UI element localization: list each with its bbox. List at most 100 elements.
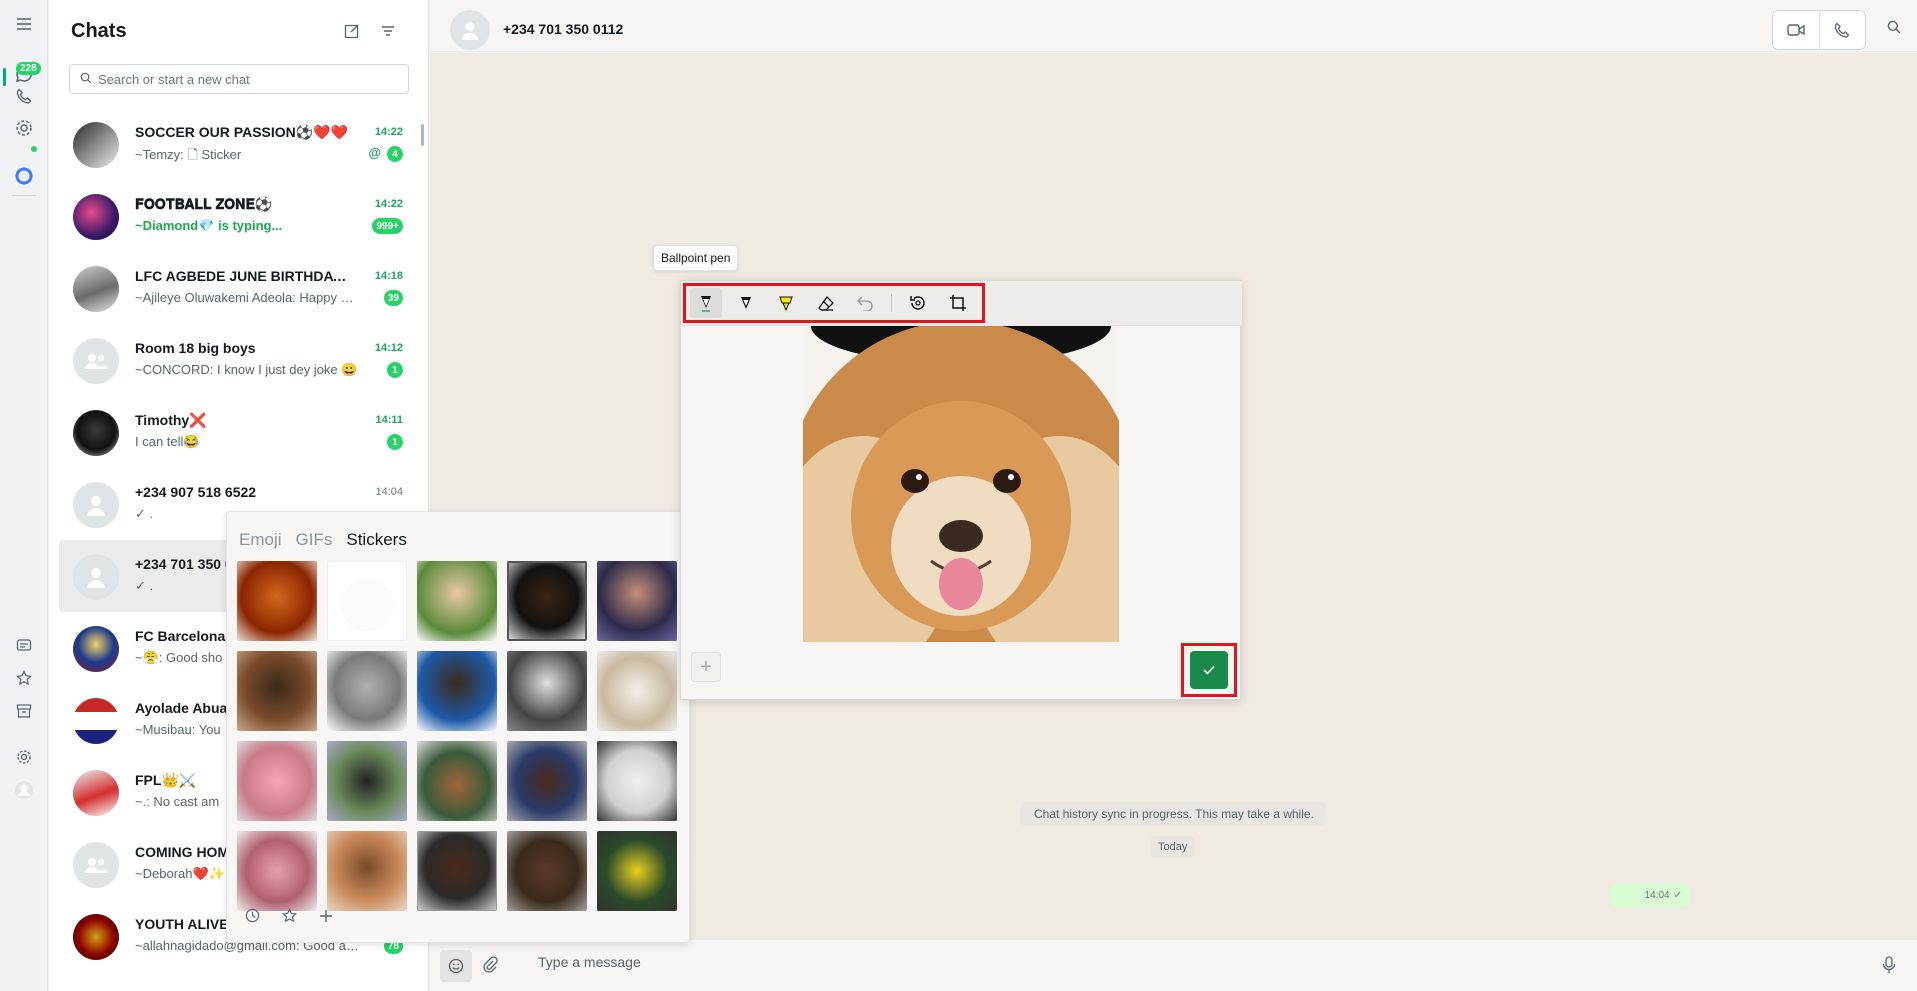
chat-time: 14:22 bbox=[374, 126, 403, 138]
meta-ai-icon[interactable] bbox=[10, 162, 38, 190]
status-icon[interactable] bbox=[10, 114, 38, 142]
tab-stickers[interactable]: Stickers bbox=[346, 530, 406, 550]
chat-row[interactable]: 𝐅𝐎𝐎𝐓𝐁𝐀𝐋𝐋 𝐙𝐎𝐍𝐄⚽ ~Diamond💎 is typing... 14… bbox=[49, 180, 429, 252]
chat-row[interactable]: LFC AGBEDE JUNE BIRTHDAY CEL... ~Ajileye… bbox=[49, 252, 429, 324]
sticker[interactable] bbox=[237, 741, 317, 821]
eraser-icon[interactable] bbox=[810, 288, 842, 318]
picker-footer bbox=[245, 908, 333, 926]
editor-toolbar bbox=[681, 281, 1242, 326]
highlighter-icon[interactable] bbox=[770, 288, 802, 318]
emoji-icon[interactable] bbox=[440, 950, 472, 982]
starred-icon[interactable] bbox=[10, 664, 38, 692]
contact-avatar-icon[interactable] bbox=[450, 10, 490, 50]
archived-icon[interactable] bbox=[10, 697, 38, 725]
sticker[interactable] bbox=[507, 651, 587, 731]
contact-name[interactable]: +234 701 350 0112 bbox=[503, 21, 623, 37]
chat-row[interactable]: SOCCER OUR PASSION⚽❤️❤️ ~Temzy: 🗋 Sticke… bbox=[49, 108, 429, 180]
chat-avatar bbox=[73, 410, 119, 456]
chat-preview: I can tell😂 bbox=[135, 434, 200, 449]
voice-call-icon[interactable] bbox=[1820, 11, 1866, 49]
sticker[interactable] bbox=[507, 831, 587, 911]
add-plus-icon[interactable]: + bbox=[691, 652, 721, 682]
microphone-icon[interactable] bbox=[1882, 956, 1896, 977]
sticker[interactable] bbox=[507, 561, 587, 641]
sticker[interactable] bbox=[237, 651, 317, 731]
sticker[interactable] bbox=[597, 651, 677, 731]
call-buttons bbox=[1772, 10, 1866, 50]
unread-badge: 4 bbox=[387, 146, 403, 162]
search-box[interactable] bbox=[69, 64, 409, 94]
tab-emoji[interactable]: Emoji bbox=[239, 530, 282, 550]
chat-name: Room 18 big boys bbox=[135, 340, 256, 356]
crop-icon[interactable] bbox=[942, 288, 974, 318]
unread-badge: 1 bbox=[387, 434, 403, 450]
sticker[interactable] bbox=[417, 831, 497, 911]
tool-tooltip: Ballpoint pen bbox=[653, 245, 739, 271]
navigation-rail: 228 bbox=[0, 0, 48, 991]
chat-avatar bbox=[73, 266, 119, 312]
unread-badge: 39 bbox=[383, 290, 403, 306]
send-sticker-button[interactable] bbox=[1190, 651, 1228, 689]
tab-gifs[interactable]: GIFs bbox=[296, 530, 333, 550]
chat-row[interactable]: Room 18 big boys ~CONCORD: I know I just… bbox=[49, 324, 429, 396]
unread-badge: 1 bbox=[387, 362, 403, 378]
sticker[interactable] bbox=[597, 561, 677, 641]
mention-icon: @ bbox=[368, 145, 381, 160]
sticker[interactable] bbox=[327, 651, 407, 731]
communities-icon[interactable] bbox=[10, 632, 38, 660]
chat-search-icon[interactable] bbox=[1887, 20, 1901, 37]
sticker[interactable] bbox=[327, 561, 407, 641]
calls-icon[interactable] bbox=[10, 82, 38, 110]
undo-icon[interactable] bbox=[849, 288, 881, 318]
filter-icon[interactable] bbox=[377, 20, 399, 42]
chat-preview: ~CONCORD: I know I just dey joke 😀 bbox=[135, 362, 358, 377]
marker-icon[interactable] bbox=[730, 288, 762, 318]
message-input[interactable] bbox=[538, 954, 1838, 970]
chat-name: 𝐅𝐎𝐎𝐓𝐁𝐀𝐋𝐋 𝐙𝐎𝐍𝐄⚽ bbox=[135, 196, 273, 212]
settings-icon[interactable] bbox=[10, 743, 38, 771]
sticker[interactable] bbox=[417, 741, 497, 821]
chat-preview: ~Temzy: 🗋 Sticker bbox=[135, 147, 242, 162]
chats-unread-badge: 228 bbox=[16, 62, 41, 75]
outgoing-message[interactable]: 14:04 ✓ bbox=[1610, 883, 1690, 907]
sticker[interactable] bbox=[507, 741, 587, 821]
search-input[interactable] bbox=[98, 71, 388, 87]
chat-time: 14:11 bbox=[375, 414, 403, 426]
sticker[interactable] bbox=[597, 741, 677, 821]
menu-icon[interactable] bbox=[10, 10, 38, 38]
rail-divider bbox=[12, 195, 36, 196]
toolbar-divider bbox=[891, 294, 893, 312]
chat-name: +234 907 518 6522 bbox=[135, 484, 257, 500]
sidebar-title: Chats bbox=[71, 20, 127, 42]
sticker[interactable] bbox=[327, 831, 407, 911]
sticker[interactable] bbox=[237, 831, 317, 911]
chat-name: Timothy❌ bbox=[135, 412, 207, 428]
chat-avatar bbox=[73, 914, 119, 960]
chat-avatar bbox=[73, 626, 119, 672]
video-call-icon[interactable] bbox=[1773, 11, 1820, 49]
pomeranian-dog-image bbox=[803, 326, 1119, 642]
sticker-image[interactable] bbox=[803, 326, 1119, 642]
ballpoint-pen-icon[interactable] bbox=[690, 288, 722, 318]
sticker[interactable] bbox=[237, 561, 317, 641]
favorites-star-icon[interactable] bbox=[282, 908, 297, 926]
chat-header: +234 701 350 0112 bbox=[430, 0, 1917, 52]
sticker[interactable] bbox=[417, 561, 497, 641]
rotate-icon[interactable] bbox=[902, 288, 934, 318]
attach-icon[interactable] bbox=[482, 956, 498, 977]
profile-avatar[interactable] bbox=[10, 776, 38, 804]
chat-time: 14:18 bbox=[374, 270, 403, 282]
chat-avatar bbox=[73, 770, 119, 816]
chat-row[interactable]: Timothy❌ I can tell😂 14:11 1 bbox=[49, 396, 429, 468]
recent-clock-icon[interactable] bbox=[245, 908, 260, 926]
chat-time: 14:04 bbox=[375, 486, 403, 498]
sticker-picker: Emoji GIFs Stickers bbox=[226, 511, 690, 943]
new-chat-icon[interactable] bbox=[341, 20, 363, 42]
chat-preview: ~Diamond💎 is typing... bbox=[135, 218, 283, 233]
sticker[interactable] bbox=[327, 741, 407, 821]
sticker[interactable] bbox=[417, 651, 497, 731]
person-avatar-icon bbox=[73, 554, 119, 600]
sticker[interactable] bbox=[597, 831, 677, 911]
scrollbar[interactable] bbox=[421, 124, 424, 146]
create-sticker-plus-icon[interactable] bbox=[319, 909, 333, 926]
